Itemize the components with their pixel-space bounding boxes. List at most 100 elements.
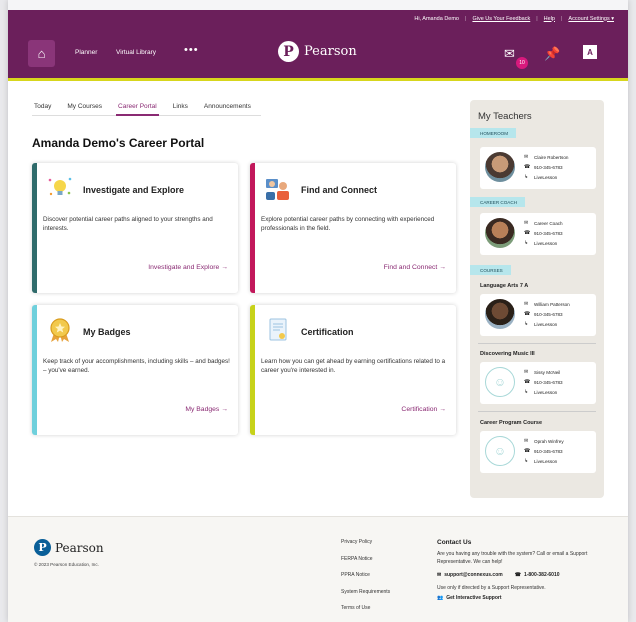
livelesson-link[interactable]: LiveLesson: [534, 390, 557, 395]
copyright: © 2023 Pearson Education, Inc.: [34, 562, 99, 567]
investigate-explore-link[interactable]: Investigate and Explore →: [148, 264, 228, 271]
greeting-text: Hi, Amanda Demo: [414, 15, 459, 22]
portal-tabs: Today My Courses Career Portal Links Ann…: [32, 103, 261, 116]
pearson-logo: P Pearson: [278, 41, 357, 62]
card-description: Learn how you can get ahead by earning c…: [261, 358, 446, 374]
my-teachers-panel: My Teachers HOMEROOM ✉ Claire Robertson ☎…: [470, 100, 604, 498]
course-title: Discovering Music III: [480, 351, 535, 357]
teacher-card-course: ☺ ✉ Sissy McNeil ☎ 910-345-6783 ↳ LiveLesso…: [480, 362, 596, 404]
top-strip: [8, 0, 628, 10]
home-button[interactable]: ⌂: [28, 40, 55, 67]
mail-icon[interactable]: ✉: [524, 154, 530, 160]
account-settings-link[interactable]: Account Settings ▾: [568, 16, 614, 22]
support-email-link[interactable]: support@connexus.com: [444, 572, 503, 578]
livelesson-link[interactable]: LiveLesson: [534, 322, 557, 327]
course-title: Career Program Course: [480, 420, 543, 426]
divider: [478, 411, 596, 412]
tab-career-portal[interactable]: Career Portal: [116, 103, 159, 116]
separator: |: [536, 15, 538, 22]
teacher-phone: 910-345-6783: [534, 230, 563, 236]
teacher-name[interactable]: Sissy McNeil: [534, 370, 560, 375]
certification-link[interactable]: Certification →: [401, 406, 446, 413]
avatar-placeholder-icon: ☺: [485, 367, 515, 397]
tab-links[interactable]: Links: [171, 103, 190, 110]
livelesson-link[interactable]: LiveLesson: [534, 175, 557, 180]
more-menu-button[interactable]: •••: [184, 44, 199, 56]
avatar-placeholder-icon: ☺: [485, 436, 515, 466]
card-title: Certification: [301, 327, 354, 337]
contact-text: Are you having any trouble with the syst…: [437, 551, 588, 565]
teacher-card-homeroom: ✉ Claire Robertson ☎ 910-345-6783 ↳ LiveLes…: [480, 147, 596, 189]
livelesson-icon: ↳: [524, 389, 529, 395]
privacy-policy-link[interactable]: Privacy Policy: [341, 539, 390, 556]
ferpa-notice-link[interactable]: FERPA Notice: [341, 556, 390, 573]
find-connect-link[interactable]: Find and Connect →: [384, 264, 446, 271]
lightbulb-icon: [48, 177, 72, 196]
phone-icon: ☎: [524, 164, 531, 170]
people-icon: 👥: [437, 595, 444, 601]
teacher-name[interactable]: William Patterson: [534, 302, 570, 307]
people-icon: [266, 179, 289, 200]
footer-wordmark: Pearson: [55, 540, 104, 555]
phone-icon: ☎: [514, 572, 521, 578]
ppra-notice-link[interactable]: PPRA Notice: [341, 572, 390, 589]
system-requirements-link[interactable]: System Requirements: [341, 589, 390, 606]
mail-icon[interactable]: ✉: [504, 46, 515, 62]
home-icon: ⌂: [37, 46, 46, 61]
mail-icon[interactable]: ✉: [524, 438, 530, 444]
card-certification[interactable]: Certification Learn how you can get ahea…: [250, 305, 456, 435]
teacher-phone: 910-345-6783: [534, 164, 563, 170]
teacher-name[interactable]: Claire Robertson: [534, 155, 568, 160]
courses-label: COURSES: [470, 265, 511, 275]
card-find-connect[interactable]: Find and Connect Explore potential caree…: [250, 163, 456, 293]
phone-icon: ☎: [524, 230, 531, 236]
support-note: Use only if directed by a Support Repres…: [437, 585, 546, 591]
livelesson-link[interactable]: LiveLesson: [534, 241, 557, 246]
footer: P Pearson © 2023 Pearson Education, Inc.…: [8, 516, 628, 622]
divider: [478, 343, 596, 344]
teacher-phone: 910-345-6783: [534, 448, 563, 454]
tab-announcements[interactable]: Announcements: [202, 103, 253, 110]
nav-virtual-library[interactable]: Virtual Library: [116, 49, 156, 56]
phone-icon: ☎: [524, 311, 531, 317]
help-link[interactable]: Help: [544, 16, 555, 22]
avatar: [485, 299, 515, 329]
user-menu-icon[interactable]: A: [583, 45, 597, 59]
tab-my-courses[interactable]: My Courses: [65, 103, 104, 110]
avatar: [485, 218, 515, 248]
separator: |: [465, 15, 467, 22]
teacher-name[interactable]: Oprah Winfrey: [534, 439, 564, 444]
terms-of-use-link[interactable]: Terms of Use: [341, 605, 390, 622]
mail-icon[interactable]: ✉: [524, 220, 530, 226]
support-phone: 1-800-382-6010: [523, 572, 560, 578]
card-description: Explore potential career paths by connec…: [261, 216, 435, 232]
interactive-support: 👥 Get Interactive Support: [437, 595, 617, 601]
mail-icon[interactable]: ✉: [524, 369, 530, 375]
card-investigate-explore[interactable]: Investigate and Explore Discover potenti…: [32, 163, 238, 293]
teacher-card-course: ☺ ✉ Oprah Winfrey ☎ 910-345-6783 ↳ LiveLess…: [480, 431, 596, 473]
mail-icon: ✉: [437, 572, 442, 578]
mail-count-badge: 10: [516, 57, 528, 69]
contact-heading: Contact Us: [437, 539, 472, 546]
pearson-wordmark: Pearson: [304, 44, 357, 59]
pin-icon[interactable]: 📌: [544, 46, 560, 62]
mail-icon[interactable]: ✉: [524, 301, 530, 307]
tab-today[interactable]: Today: [32, 103, 53, 110]
feedback-link[interactable]: Give Us Your Feedback: [472, 16, 530, 22]
get-interactive-support-link[interactable]: Get Interactive Support: [446, 595, 501, 601]
my-badges-link[interactable]: My Badges →: [185, 406, 228, 413]
phone-icon: ☎: [524, 379, 531, 385]
teacher-name[interactable]: Career Coach: [534, 221, 563, 226]
career-coach-label: CAREER COACH: [470, 197, 526, 207]
livelesson-link[interactable]: LiveLesson: [534, 459, 557, 464]
contact-us: Contact Us Are you having any trouble wi…: [437, 539, 617, 601]
livelesson-icon: ↳: [524, 174, 529, 180]
pearson-mark-icon: P: [278, 41, 299, 62]
nav-planner[interactable]: Planner: [75, 49, 97, 56]
livelesson-icon: ↳: [524, 321, 529, 327]
utility-bar: Hi, Amanda Demo | Give Us Your Feedback …: [8, 10, 628, 27]
card-my-badges[interactable]: My Badges Keep track of your accomplishm…: [32, 305, 238, 435]
badge-medal-icon: [50, 318, 70, 342]
main-navbar: ⌂ Planner Virtual Library ••• P Pearson …: [8, 27, 628, 81]
teacher-card-coach: ✉ Career Coach ☎ 910-345-6783 ↳ LiveLesson: [480, 213, 596, 255]
